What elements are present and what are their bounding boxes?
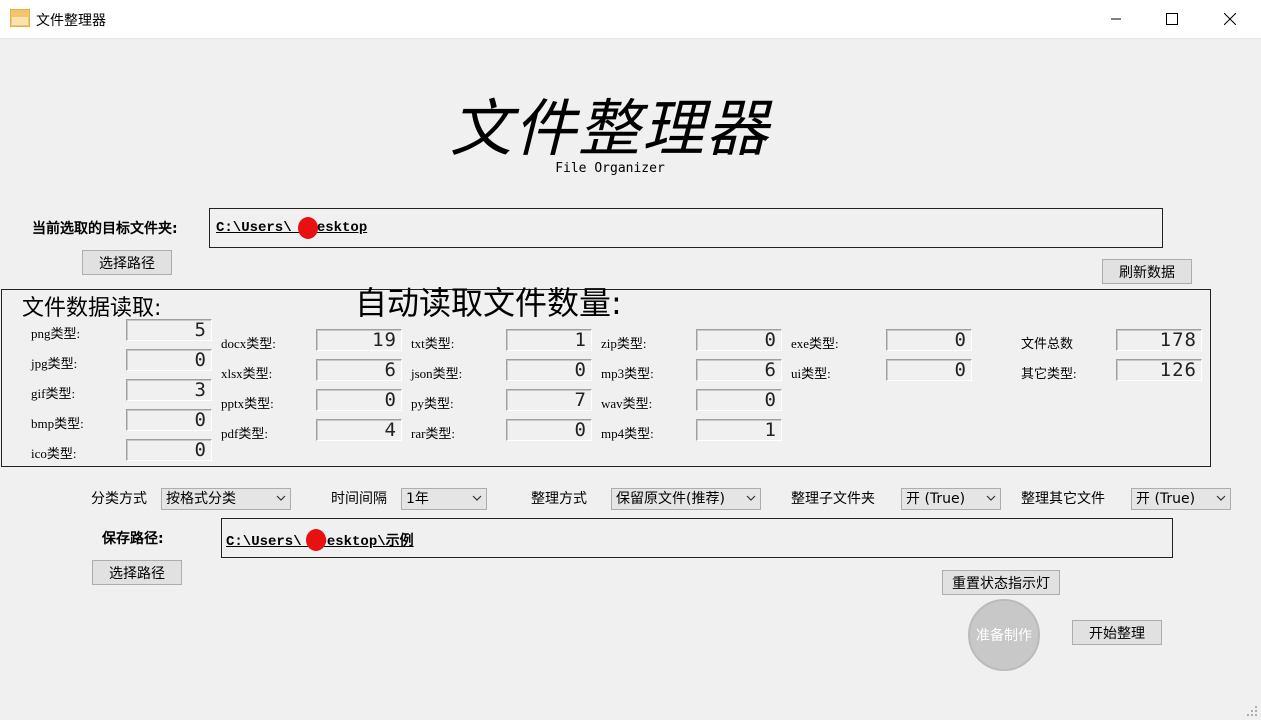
close-button[interactable] [1201,0,1259,38]
mp3-label: mp3类型: [601,366,654,381]
other-files-label: 整理其它文件 [1021,491,1105,507]
pdf-count: 4 [316,419,402,441]
docx-count: 19 [316,329,402,351]
interval-value: 1年 [406,491,429,507]
method-value: 保留原文件(推荐) [616,491,725,507]
title-bar: 文件整理器 [0,0,1261,39]
pdf-label: pdf类型: [221,426,268,441]
exe-count: 0 [886,329,972,351]
chevron-down-icon [986,495,996,501]
interval-label: 时间间隔 [331,491,387,507]
jpg-label: jpg类型: [31,356,78,371]
json-count: 0 [506,359,592,381]
exe-label: exe类型: [791,336,839,351]
bmp-label: bmp类型: [31,416,84,431]
gif-count: 3 [126,379,212,401]
bmp-count: 0 [126,409,212,431]
redaction-mark [306,529,326,551]
ico-label: ico类型: [31,446,77,461]
method-label: 整理方式 [531,491,587,507]
mp4-count: 1 [696,419,782,441]
auto-read-title: 自动读取文件数量: [355,284,622,322]
zip-label: zip类型: [601,336,647,351]
pptx-label: pptx类型: [221,396,274,411]
py-count: 7 [506,389,592,411]
subfolder-select[interactable]: 开 (True) [901,488,1001,510]
json-label: json类型: [411,366,463,381]
png-count: 5 [126,319,212,341]
wav-count: 0 [696,389,782,411]
reset-indicator-button[interactable]: 重置状态指示灯 [942,570,1060,595]
redaction-mark [298,217,318,239]
pptx-count: 0 [316,389,402,411]
mp4-label: mp4类型: [601,426,654,441]
ui-label: ui类型: [791,366,831,381]
chevron-down-icon [472,495,482,501]
save-path-box: C:\Users\ \Desktop\示例 [221,518,1173,558]
txt-count: 1 [506,329,592,351]
ui-count: 0 [886,359,972,381]
classify-select[interactable]: 按格式分类 [161,488,291,510]
subfolder-value: 开 (True) [906,491,966,507]
rar-count: 0 [506,419,592,441]
method-select[interactable]: 保留原文件(推荐) [611,488,761,510]
save-path-label: 保存路径: [102,531,164,547]
mp3-count: 6 [696,359,782,381]
zip-count: 0 [696,329,782,351]
select-save-path-button[interactable]: 选择路径 [92,560,182,585]
minimize-button[interactable] [1087,0,1145,38]
page-title: 文件整理器 [449,92,770,165]
close-icon [1224,13,1236,25]
chevron-down-icon [276,495,286,501]
classify-value: 按格式分类 [166,491,236,507]
other-types-label: 其它类型: [1021,366,1077,381]
page-subtitle: File Organizer [555,161,665,176]
interval-select[interactable]: 1年 [401,488,487,510]
select-target-path-button[interactable]: 选择路径 [82,250,172,275]
start-organize-button[interactable]: 开始整理 [1072,620,1162,645]
total-files-label: 文件总数 [1021,336,1074,351]
gif-label: gif类型: [31,386,76,401]
total-files-count: 178 [1116,329,1202,351]
resize-grip-icon[interactable] [1245,704,1259,718]
docx-label: docx类型: [221,336,276,351]
app-folder-icon [10,9,30,27]
subfolder-label: 整理子文件夹 [791,491,875,507]
target-path-box: C:\Users\ \Desktop [209,208,1163,248]
refresh-data-button[interactable]: 刷新数据 [1102,259,1192,284]
target-path-text: C:\Users\ \Desktop [216,220,368,236]
ico-count: 0 [126,439,212,461]
target-folder-label: 当前选取的目标文件夹: [32,221,178,237]
xlsx-count: 6 [316,359,402,381]
other-files-value: 开 (True) [1136,491,1196,507]
chevron-down-icon [746,495,756,501]
wav-label: wav类型: [601,396,653,411]
chevron-down-icon [1216,495,1226,501]
other-files-select[interactable]: 开 (True) [1131,488,1231,510]
panel-title: 文件数据读取: [22,296,162,321]
minimize-icon [1111,18,1121,20]
window-title: 文件整理器 [36,13,106,29]
status-indicator: 准备制作 [968,599,1040,671]
classify-label: 分类方式 [91,491,147,507]
py-label: py类型: [411,396,454,411]
txt-label: txt类型: [411,336,455,351]
jpg-count: 0 [126,349,212,371]
rar-label: rar类型: [411,426,456,441]
xlsx-label: xlsx类型: [221,366,273,381]
png-label: png类型: [31,326,81,341]
maximize-icon [1166,13,1178,25]
maximize-button[interactable] [1143,0,1201,38]
other-types-count: 126 [1116,359,1202,381]
